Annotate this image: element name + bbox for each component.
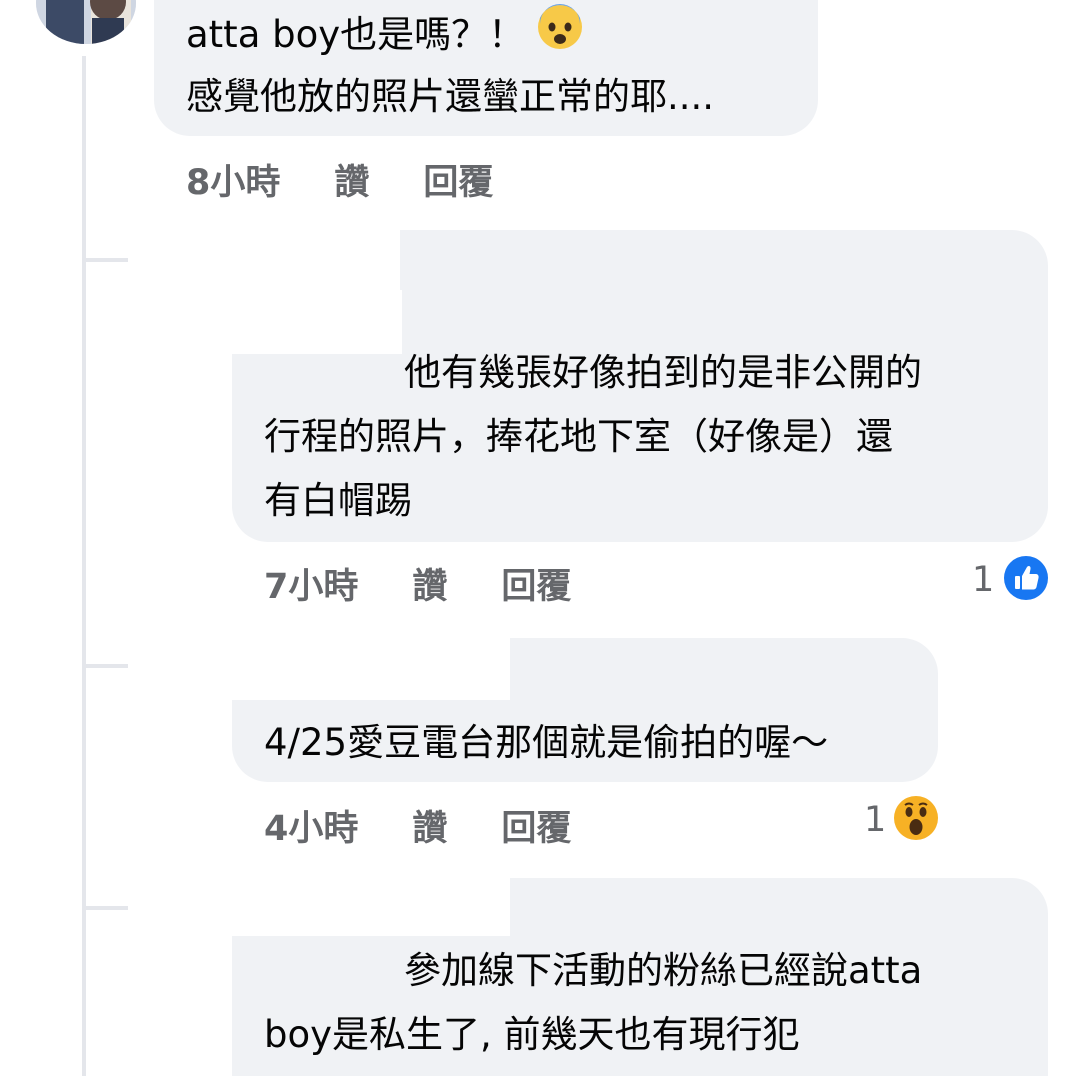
timestamp[interactable]: 4小時 [264,800,358,851]
reply-button[interactable]: 回覆 [501,558,571,609]
comment-2-line-3: 有白帽踢 [264,479,412,522]
timestamp[interactable]: 8小時 [186,154,280,205]
comment-1-text-1: atta boy也是嗎？！ [186,13,526,56]
like-button[interactable]: 讚 [412,558,447,609]
reply-button[interactable]: 回覆 [423,154,493,205]
like-button[interactable]: 讚 [412,800,447,851]
comment-1-line-2: 感覺他放的照片還蠻正常的耶.... [186,75,715,118]
thread-branch-3 [82,906,128,910]
comment-2-line-1: 他有幾張好像拍到的是非公開的 [404,351,922,394]
thread-branch-1 [82,258,128,262]
redaction-patch [160,872,510,936]
redaction-patch [202,290,402,354]
redaction-patch [150,630,510,700]
comment-1-line-1: atta boy也是嗎？！ [186,4,583,69]
comment-3-actions: 4小時 讚 回覆 [264,800,571,851]
thread-branch-2 [82,664,128,668]
redaction-patch [130,210,400,300]
wow-reaction-icon[interactable] [894,796,938,840]
fearful-face-icon [537,4,583,69]
reaction-count[interactable]: 1 [972,560,994,600]
avatar[interactable] [36,0,136,44]
reply-button[interactable]: 回覆 [501,800,571,851]
thread-line-main [82,56,86,1076]
like-button[interactable]: 讚 [334,154,369,205]
comment-4-line-2: boy是私生了, 前幾天也有現行犯 [264,1013,800,1056]
comment-1-actions: 8小時 讚 回覆 [186,154,493,205]
reaction-count[interactable]: 1 [864,800,886,840]
timestamp[interactable]: 7小時 [264,558,358,609]
comment-2-actions: 7小時 讚 回覆 [264,558,571,609]
like-reaction-icon[interactable] [1004,556,1048,600]
comment-2-line-2: 行程的照片，捧花地下室（好像是）還 [264,415,893,458]
comment-3-line-1: 4/25愛豆電台那個就是偷拍的喔～ [264,721,829,764]
comment-4-line-1: 參加線下活動的粉絲已經說atta [404,949,923,992]
avatar-photo-icon [36,0,136,44]
